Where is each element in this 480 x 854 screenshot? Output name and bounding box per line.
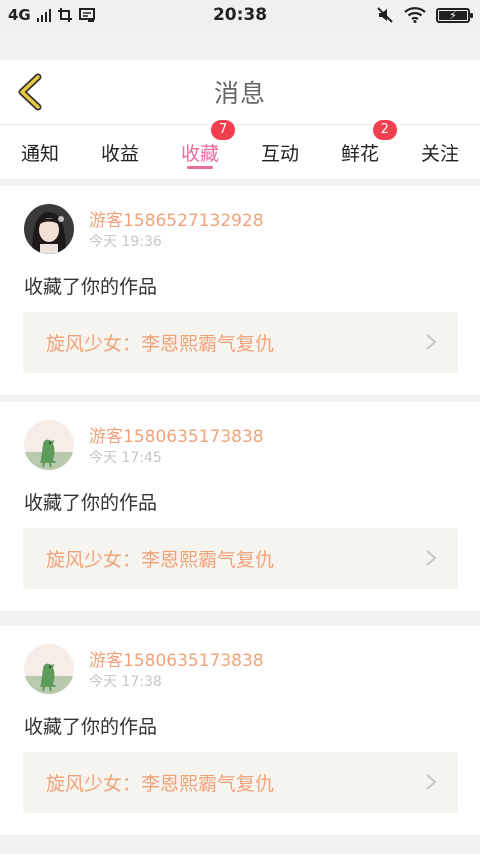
wifi-icon (404, 7, 426, 23)
tab-flowers[interactable]: 鲜花 2 (320, 120, 400, 179)
work-title: 旋风少女：李恩熙霸气复仇 (46, 549, 275, 571)
chevron-right-icon (426, 334, 437, 350)
page-title: 消息 (213, 79, 266, 108)
tab-earnings[interactable]: 收益 (80, 125, 160, 179)
mute-icon (377, 7, 393, 23)
username[interactable]: 游客1580635173838 (89, 646, 264, 671)
tab-label: 关注 (420, 142, 459, 165)
status-bar: 4G 20:38 ⚡ (0, 0, 480, 30)
active-tab-indicator (187, 166, 213, 169)
work-title: 旋风少女：李恩熙霸气复仇 (46, 333, 275, 355)
back-arrow-icon (18, 73, 42, 111)
timestamp: 今天 17:38 (89, 674, 162, 690)
unread-badge: 2 (372, 120, 397, 140)
tab-favorites[interactable]: 收藏 7 (160, 120, 240, 179)
avatar[interactable] (24, 644, 74, 694)
notification-card: 游客1580635173838 今天 17:38 收藏了你的作品 旋风少女：李恩… (0, 626, 480, 835)
dinosaur-avatar-icon (24, 644, 74, 694)
tab-label: 收藏 (180, 142, 219, 165)
header-bar: 消息 (0, 60, 480, 124)
action-text: 收藏了你的作品 (24, 716, 158, 738)
dinosaur-avatar-icon (24, 420, 74, 470)
unread-badge: 7 (211, 120, 236, 140)
timestamp: 今天 17:45 (89, 450, 162, 466)
status-right: ⚡ (376, 6, 473, 24)
tab-follow[interactable]: 关注 (400, 125, 480, 179)
tab-bar: 通知 收益 收藏 7 互动 鲜花 2 关注 (0, 120, 480, 179)
tab-notice[interactable]: 通知 (0, 125, 80, 179)
username[interactable]: 游客1586527132928 (89, 206, 264, 231)
notification-card: 游客1586527132928 今天 19:36 收藏了你的作品 旋风少女：李恩… (0, 186, 480, 395)
work-link[interactable]: 旋风少女：李恩熙霸气复仇 (23, 752, 458, 813)
notification-card: 游客1580635173838 今天 17:45 收藏了你的作品 旋风少女：李恩… (0, 402, 480, 611)
tab-interaction[interactable]: 互动 (240, 125, 320, 179)
battery-icon: ⚡ (436, 7, 473, 23)
avatar[interactable] (24, 420, 74, 470)
tab-label: 互动 (260, 142, 299, 165)
tab-label: 收益 (100, 142, 139, 165)
action-text: 收藏了你的作品 (24, 492, 158, 514)
chevron-right-icon (426, 774, 437, 790)
work-link[interactable]: 旋风少女：李恩熙霸气复仇 (23, 528, 458, 589)
action-text: 收藏了你的作品 (24, 276, 158, 298)
tab-label: 通知 (20, 142, 59, 165)
timestamp: 今天 19:36 (89, 234, 162, 250)
avatar[interactable] (24, 204, 74, 254)
username[interactable]: 游客1580635173838 (89, 422, 264, 447)
girl-avatar-icon (24, 204, 74, 254)
chevron-right-icon (426, 550, 437, 566)
work-link[interactable]: 旋风少女：李恩熙霸气复仇 (23, 312, 458, 373)
back-button[interactable] (12, 72, 48, 112)
tab-label: 鲜花 (340, 142, 379, 165)
work-title: 旋风少女：李恩熙霸气复仇 (46, 773, 275, 795)
